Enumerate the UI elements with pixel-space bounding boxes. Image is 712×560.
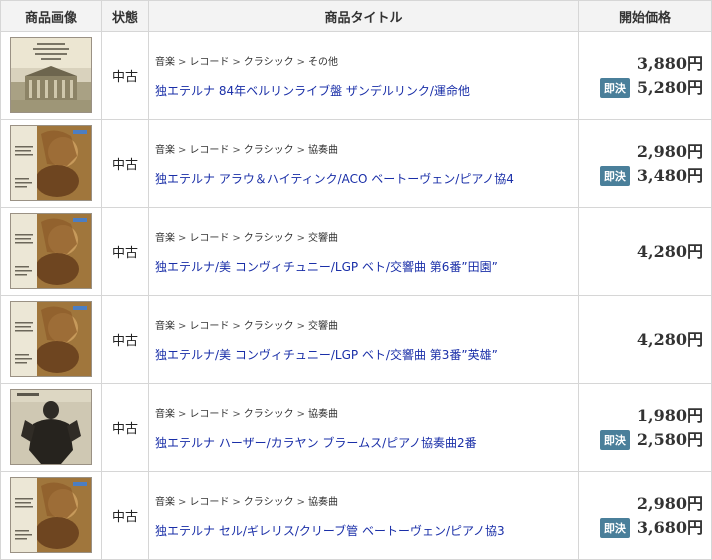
header-price: 開始価格 (578, 0, 712, 32)
item-thumbnail[interactable] (11, 126, 91, 200)
item-title-link[interactable]: 独エテルナ ハーザー/カラヤン ブラームス/ピアノ協奏曲2番 (155, 434, 477, 451)
breadcrumb-item[interactable]: 協奏曲 (308, 497, 338, 508)
breadcrumb-separator: > (178, 144, 187, 156)
buy-now-row: 即決 3,680円 (579, 516, 703, 540)
breadcrumb-item[interactable]: 音楽 (155, 409, 175, 420)
start-price: 2,980円 (636, 141, 703, 161)
breadcrumb-item[interactable]: クラシック (244, 321, 294, 332)
buy-now-price: 3,480円 (636, 165, 703, 185)
breadcrumb-separator: > (178, 56, 187, 68)
breadcrumb-separator: > (296, 496, 305, 508)
start-price: 3,880円 (636, 53, 703, 73)
buy-now-price: 2,580円 (636, 429, 703, 449)
header-row: 商品画像 状態 商品タイトル 開始価格 (0, 0, 712, 32)
breadcrumb: 音楽 > レコード > クラシック > 協奏曲 (155, 405, 572, 420)
header-condition: 状態 (101, 0, 149, 32)
buy-now-row: 即決 5,280円 (579, 76, 703, 100)
listing-row: 中古 音楽 > レコード > クラシック > 交響曲 独エテルナ/美 コンヴィチュニー/LG… (0, 295, 712, 384)
listing-table: 商品画像 状態 商品タイトル 開始価格 中古 音楽 > レコード > クラシック > その他… (0, 0, 712, 560)
buy-now-price: 5,280円 (636, 77, 703, 97)
breadcrumb-item[interactable]: 音楽 (155, 57, 175, 68)
breadcrumb-separator: > (178, 320, 187, 332)
breadcrumb-separator: > (178, 232, 187, 244)
listing-row: 中古 音楽 > レコード > クラシック > 交響曲 独エテルナ/美 コンヴィチュニー/LG… (0, 207, 712, 296)
buy-now-badge: 即決 (599, 77, 630, 98)
breadcrumb: 音楽 > レコード > クラシック > 協奏曲 (155, 493, 572, 508)
start-price: 4,280円 (636, 329, 703, 349)
header-title: 商品タイトル (148, 0, 579, 32)
breadcrumb-separator: > (232, 144, 241, 156)
breadcrumb-separator: > (296, 56, 305, 68)
breadcrumb-item[interactable]: レコード (189, 57, 229, 68)
buy-now-row: 即決 2,580円 (579, 428, 703, 452)
start-price: 4,280円 (636, 241, 703, 261)
item-thumbnail[interactable] (11, 38, 91, 112)
breadcrumb-separator: > (296, 144, 305, 156)
breadcrumb-separator: > (232, 56, 241, 68)
breadcrumb-item[interactable]: クラシック (244, 409, 294, 420)
item-title-link[interactable]: 独エテルナ 84年ベルリンライブ盤 ザンデルリンク/運命他 (155, 82, 470, 99)
breadcrumb-separator: > (178, 408, 187, 420)
breadcrumb-separator: > (296, 320, 305, 332)
breadcrumb-item[interactable]: クラシック (244, 233, 294, 244)
breadcrumb: 音楽 > レコード > クラシック > 交響曲 (155, 229, 572, 244)
breadcrumb-separator: > (296, 408, 305, 420)
breadcrumb-item[interactable]: 音楽 (155, 233, 175, 244)
breadcrumb-item[interactable]: クラシック (244, 57, 294, 68)
item-condition: 中古 (101, 383, 149, 472)
item-thumbnail[interactable] (11, 478, 91, 552)
item-title-link[interactable]: 独エテルナ セル/ギレリス/クリーブ管 ベートーヴェン/ピアノ協3 (155, 522, 505, 539)
breadcrumb: 音楽 > レコード > クラシック > その他 (155, 53, 572, 68)
breadcrumb-item[interactable]: 協奏曲 (308, 409, 338, 420)
breadcrumb-item[interactable]: レコード (189, 321, 229, 332)
breadcrumb-item[interactable]: その他 (308, 57, 338, 68)
listing-row: 中古 音楽 > レコード > クラシック > 協奏曲 独エテルナ セル/ギレリス/クリーブ管… (0, 471, 712, 560)
breadcrumb-separator: > (232, 496, 241, 508)
item-thumbnail[interactable] (11, 390, 91, 464)
listing-row: 中古 音楽 > レコード > クラシック > 協奏曲 独エテルナ アラウ＆ハイティンク/AC… (0, 119, 712, 208)
breadcrumb-separator: > (232, 320, 241, 332)
item-title-link[interactable]: 独エテルナ/美 コンヴィチュニー/LGP ベト/交響曲 第6番”田園” (155, 258, 498, 275)
breadcrumb-item[interactable]: 音楽 (155, 497, 175, 508)
item-title-link[interactable]: 独エテルナ アラウ＆ハイティンク/ACO ベートーヴェン/ピアノ協4 (155, 170, 514, 187)
breadcrumb-item[interactable]: クラシック (244, 145, 294, 156)
item-thumbnail[interactable] (11, 214, 91, 288)
breadcrumb: 音楽 > レコード > クラシック > 協奏曲 (155, 141, 572, 156)
header-image: 商品画像 (0, 0, 102, 32)
start-price: 1,980円 (636, 405, 703, 425)
breadcrumb-separator: > (296, 232, 305, 244)
breadcrumb-item[interactable]: 交響曲 (308, 321, 338, 332)
breadcrumb-separator: > (232, 408, 241, 420)
item-thumbnail[interactable] (11, 302, 91, 376)
breadcrumb-item[interactable]: 音楽 (155, 145, 175, 156)
breadcrumb-item[interactable]: レコード (189, 409, 229, 420)
item-condition: 中古 (101, 295, 149, 384)
buy-now-row: 即決 3,480円 (579, 164, 703, 188)
item-condition: 中古 (101, 471, 149, 560)
item-title-link[interactable]: 独エテルナ/美 コンヴィチュニー/LGP ベト/交響曲 第3番”英雄” (155, 346, 498, 363)
breadcrumb-separator: > (178, 496, 187, 508)
breadcrumb-item[interactable]: レコード (189, 233, 229, 244)
listing-row: 中古 音楽 > レコード > クラシック > その他 独エテルナ 84年ベルリンライブ盤 ザ… (0, 31, 712, 120)
breadcrumb-item[interactable]: 音楽 (155, 321, 175, 332)
breadcrumb-item[interactable]: 交響曲 (308, 233, 338, 244)
buy-now-price: 3,680円 (636, 517, 703, 537)
breadcrumb-item[interactable]: クラシック (244, 497, 294, 508)
item-condition: 中古 (101, 31, 149, 120)
breadcrumb-separator: > (232, 232, 241, 244)
breadcrumb-item[interactable]: レコード (189, 497, 229, 508)
listing-row: 中古 音楽 > レコード > クラシック > 協奏曲 独エテルナ ハーザー/カラヤン ブラー… (0, 383, 712, 472)
item-condition: 中古 (101, 207, 149, 296)
buy-now-badge: 即決 (599, 517, 630, 538)
start-price: 2,980円 (636, 493, 703, 513)
buy-now-badge: 即決 (599, 165, 630, 186)
item-condition: 中古 (101, 119, 149, 208)
breadcrumb: 音楽 > レコード > クラシック > 交響曲 (155, 317, 572, 332)
breadcrumb-item[interactable]: レコード (189, 145, 229, 156)
buy-now-badge: 即決 (599, 429, 630, 450)
breadcrumb-item[interactable]: 協奏曲 (308, 145, 338, 156)
